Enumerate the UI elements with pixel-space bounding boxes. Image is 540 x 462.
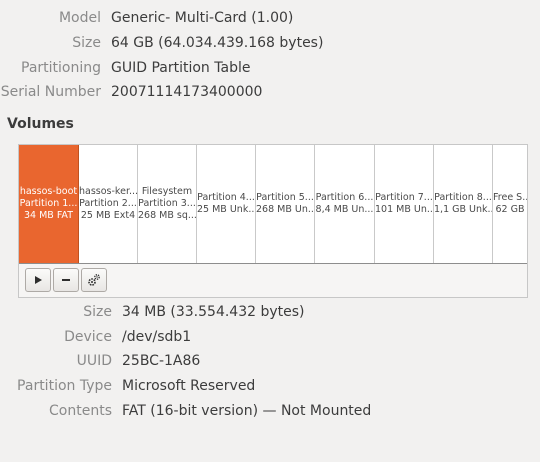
partition-8-block[interactable]: Partition 8... 1,1 GB Unk... bbox=[434, 145, 493, 263]
detail-size-value: 34 MB (33.554.432 bytes) bbox=[122, 304, 305, 320]
drive-serial-value: 20071114173400000 bbox=[111, 84, 263, 100]
partition-5-label: Partition 5... bbox=[256, 192, 314, 203]
partition-7-block[interactable]: Partition 7... 101 MB Un... bbox=[375, 145, 434, 263]
partition-2-name: hassos-ker... bbox=[79, 186, 137, 197]
detail-device-label: Device bbox=[64, 329, 112, 345]
detail-contents-label: Contents bbox=[49, 403, 112, 419]
minus-icon bbox=[62, 279, 70, 281]
partition-8-size: 1,1 GB Unk... bbox=[434, 204, 492, 215]
partition-7-label: Partition 7... bbox=[375, 192, 433, 203]
detail-size-label: Size bbox=[83, 304, 112, 320]
partition-6-label: Partition 6... bbox=[315, 192, 374, 203]
partition-strip: hassos-boot Partition 1... 34 MB FAT has… bbox=[19, 145, 527, 264]
partition-3-label: Partition 3... bbox=[138, 198, 196, 209]
partition-6-block[interactable]: Partition 6... 8,4 MB Un... bbox=[315, 145, 375, 263]
volumes-heading: Volumes bbox=[7, 116, 74, 132]
drive-model-value: Generic- Multi-Card (1.00) bbox=[111, 10, 294, 26]
drive-partitioning-label: Partitioning bbox=[21, 60, 101, 76]
drive-model-label: Model bbox=[58, 10, 101, 26]
partition-2-size: 25 MB Ext4 bbox=[80, 210, 136, 221]
partition-3-name: Filesystem bbox=[141, 186, 193, 197]
partition-7-size: 101 MB Un... bbox=[375, 204, 433, 215]
partition-2-block[interactable]: hassos-ker... Partition 2... 25 MB Ext4 bbox=[79, 145, 138, 263]
partition-4-size: 25 MB Unk... bbox=[197, 204, 255, 215]
detail-partition-type-value: Microsoft Reserved bbox=[122, 378, 256, 394]
partition-2-label: Partition 2... bbox=[79, 198, 137, 209]
mount-button[interactable] bbox=[25, 268, 51, 292]
partition-1-size: 34 MB FAT bbox=[24, 210, 73, 221]
partition-options-button[interactable] bbox=[81, 268, 107, 292]
gears-icon bbox=[88, 274, 100, 286]
play-icon bbox=[35, 276, 42, 284]
detail-partition-type-label: Partition Type bbox=[17, 378, 112, 394]
partition-1-block[interactable]: hassos-boot Partition 1... 34 MB FAT bbox=[19, 145, 79, 263]
partition-1-name: hassos-boot bbox=[19, 186, 78, 197]
volumes-toolbar bbox=[25, 268, 107, 292]
detail-uuid-label: UUID bbox=[76, 353, 112, 369]
partition-8-label: Partition 8... bbox=[434, 192, 492, 203]
drive-size-label: Size bbox=[72, 35, 101, 51]
delete-partition-button[interactable] bbox=[53, 268, 79, 292]
drive-serial-label: Serial Number bbox=[0, 84, 101, 100]
detail-device-value: /dev/sdb1 bbox=[122, 329, 192, 345]
free-space-block[interactable]: Free S... 62 GB bbox=[493, 145, 527, 263]
partition-4-label: Partition 4... bbox=[197, 192, 255, 203]
detail-uuid-value: 25BC-1A86 bbox=[122, 353, 201, 369]
partition-6-size: 8,4 MB Un... bbox=[315, 204, 374, 215]
detail-contents-value: FAT (16-bit version) — Not Mounted bbox=[122, 403, 372, 419]
partition-3-block[interactable]: Filesystem Partition 3... 268 MB sq... bbox=[138, 145, 197, 263]
partition-4-block[interactable]: Partition 4... 25 MB Unk... bbox=[197, 145, 256, 263]
partition-1-label: Partition 1... bbox=[19, 198, 78, 209]
drive-size-value: 64 GB (64.034.439.168 bytes) bbox=[111, 35, 324, 51]
partition-5-size: 268 MB Un... bbox=[256, 204, 314, 215]
free-space-label: Free S... bbox=[493, 192, 527, 203]
volumes-panel: hassos-boot Partition 1... 34 MB FAT has… bbox=[18, 144, 528, 298]
partition-3-size: 268 MB sq... bbox=[138, 210, 196, 221]
free-space-size: 62 GB bbox=[495, 204, 525, 215]
drive-partitioning-value: GUID Partition Table bbox=[111, 60, 251, 76]
partition-5-block[interactable]: Partition 5... 268 MB Un... bbox=[256, 145, 315, 263]
